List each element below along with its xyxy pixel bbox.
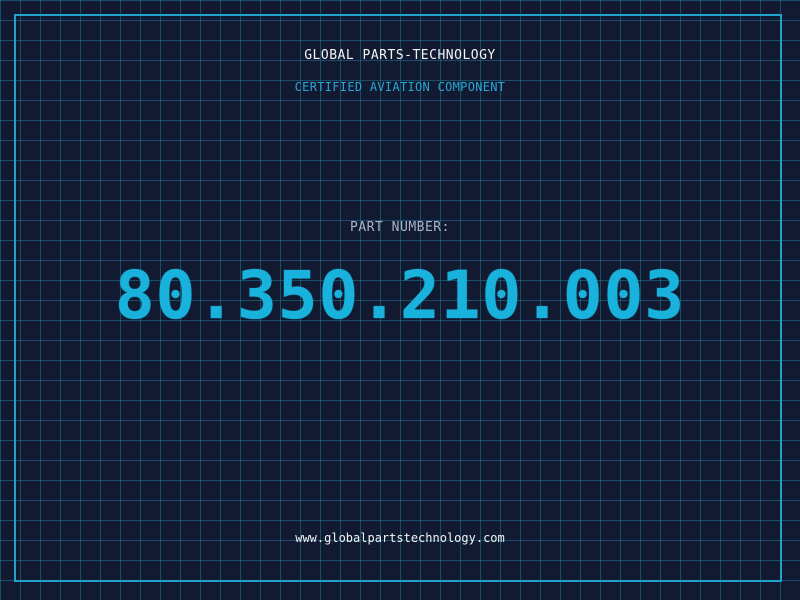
company-name: GLOBAL PARTS-TECHNOLOGY [304, 48, 496, 63]
tagline: CERTIFIED AVIATION COMPONENT [294, 80, 506, 94]
label-card: GLOBAL PARTS-TECHNOLOGY CERTIFIED AVIATI… [0, 0, 800, 600]
part-number-label: PART NUMBER: [350, 220, 450, 235]
website-url: www.globalpartstechnology.com [295, 531, 505, 545]
part-number-value: 80.350.210.003 [114, 257, 686, 334]
